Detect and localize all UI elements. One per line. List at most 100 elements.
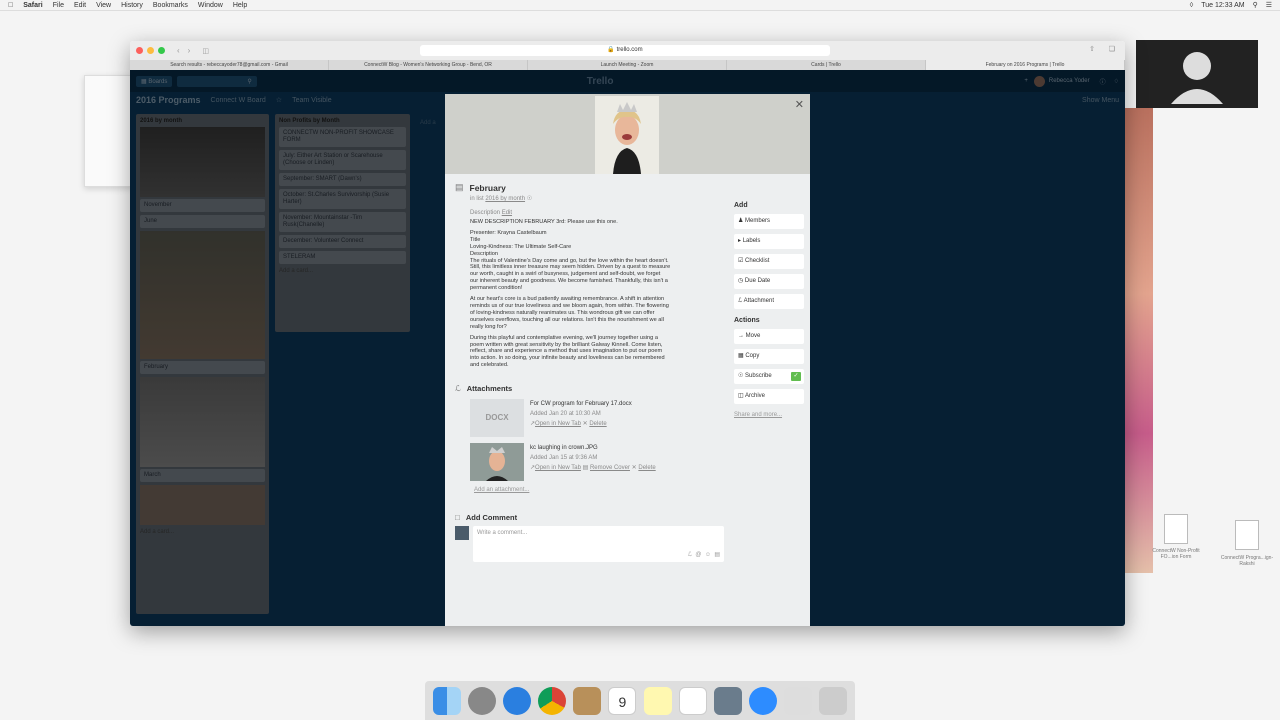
desktop-file-label[interactable]: ConnectW Non-Profit FO...ion Form — [1146, 548, 1206, 560]
safari-window: ‹ › ◫ 🔒 trello.com ⇧ ❏ Search results - … — [130, 41, 1125, 626]
checklist-label: Checklist — [745, 258, 770, 264]
menu-history[interactable]: History — [121, 2, 143, 9]
finder-icon[interactable] — [432, 686, 461, 715]
chrome-icon[interactable] — [538, 686, 567, 715]
subscribe-button[interactable]: ☉ Subscribe ✓ — [734, 369, 804, 384]
title-bar: ‹ › ◫ 🔒 trello.com ⇧ ❏ — [130, 41, 1125, 60]
attachment-name[interactable]: For CW program for February 17.docx — [530, 399, 632, 409]
delete-link[interactable]: Delete — [589, 421, 606, 427]
card-body: ▤ February in list 2016 by month ☉ Descr… — [445, 174, 810, 570]
copy-button[interactable]: ▦ Copy — [734, 349, 804, 364]
menu-edit[interactable]: Edit — [74, 2, 86, 9]
open-in-new-tab-link[interactable]: Open in New Tab — [535, 465, 581, 471]
safari-icon[interactable] — [502, 686, 531, 715]
apple-icon[interactable]:  — [8, 2, 13, 9]
delete-link[interactable]: Delete — [638, 465, 655, 471]
open-in-new-tab-link[interactable]: Open in New Tab — [535, 421, 581, 427]
desktop-file-icon[interactable] — [1164, 514, 1188, 544]
forward-icon[interactable]: › — [188, 46, 191, 55]
address-bar[interactable]: 🔒 trello.com — [420, 45, 830, 56]
tab-trello-cards[interactable]: Cards | Trello — [727, 60, 926, 70]
add-attachment-link[interactable]: Add an attachment... — [474, 487, 800, 493]
description-line: At our heart's core is a bud patiently a… — [470, 296, 665, 303]
attachment-thumbnail-photo[interactable] — [470, 443, 524, 482]
menu-view[interactable]: View — [96, 2, 111, 9]
checkmark-icon: ✓ — [791, 372, 801, 381]
description-line: Still, this limitless inner treasure may… — [470, 264, 671, 271]
description-line: of loving-kindness naturally reanimates … — [470, 309, 655, 316]
spotlight-icon[interactable]: ⚲ — [1253, 1, 1258, 9]
dock: 9 — [425, 681, 855, 720]
archive-utility-icon[interactable] — [573, 686, 602, 715]
reminders-icon[interactable] — [678, 686, 707, 715]
list-icon[interactable]: ☰ — [1266, 1, 1272, 9]
menu-bookmarks[interactable]: Bookmarks — [153, 2, 188, 9]
description-line: Loving-Kindness: The Ultimate Self-Care — [470, 243, 572, 250]
comment-input[interactable]: Write a comment... ℒ @ ☺ ▤ — [473, 526, 724, 563]
add-comment-title: Add Comment — [465, 513, 518, 523]
move-button[interactable]: → Move — [734, 329, 804, 344]
checklist-button[interactable]: ☑ Checklist — [734, 254, 804, 269]
members-button[interactable]: ♟ Members — [734, 214, 804, 229]
wifi-icon[interactable]: ◊ — [1190, 2, 1193, 9]
minimize-window-button[interactable] — [147, 47, 154, 54]
labels-label: Labels — [742, 238, 761, 244]
list-link[interactable]: 2016 by month — [485, 196, 525, 202]
description-edit-link[interactable]: Edit — [502, 210, 512, 216]
tab-zoom[interactable]: Launch Meeting - Zoom — [528, 60, 727, 70]
remove-cover-link[interactable]: Remove Cover — [590, 465, 630, 471]
description-line: Title — [470, 236, 481, 243]
due-date-button[interactable]: ◷ Due Date — [734, 274, 804, 289]
tab-gmail[interactable]: Search results - rebeccayoder78@gmail.co… — [130, 60, 329, 70]
clock[interactable]: Tue 12:33 AM — [1201, 2, 1244, 9]
attachment-name[interactable]: kc laughing in crown.JPG — [530, 443, 656, 453]
menu-window[interactable]: Window — [198, 2, 223, 9]
add-heading: Add — [734, 202, 748, 209]
preview-icon[interactable] — [713, 686, 742, 715]
trash-icon[interactable] — [819, 686, 848, 715]
comment-tool-icons[interactable]: ℒ @ ☺ ▤ — [688, 551, 720, 558]
menu-app-name[interactable]: Safari — [23, 2, 42, 9]
zoom-window-button[interactable] — [158, 47, 165, 54]
tab-trello-february[interactable]: February on 2016 Programs | Trello — [926, 60, 1125, 70]
calendar-icon[interactable]: 9 — [608, 686, 637, 715]
trello-app: ▦ Boards ⚲ Trello + Rebecca Yoder ⓘ ♢ 20… — [130, 70, 1125, 626]
card-title[interactable]: February — [470, 183, 506, 193]
description-line: ourselves overflows, touching all our re… — [470, 316, 664, 323]
description-line: reflect, share and experience a method t… — [470, 348, 663, 355]
launchpad-icon[interactable] — [467, 686, 496, 715]
description-line: NEW DESCRIPTION FEBRUARY 3rd: Please use… — [470, 219, 618, 225]
description-line: and celebrated. — [470, 362, 509, 369]
description-line: into action. In so doing, your infinite … — [470, 355, 665, 362]
person-icon: ♟ — [738, 218, 746, 224]
share-link[interactable]: Share and more... — [734, 412, 804, 418]
menu-help[interactable]: Help — [233, 2, 247, 9]
subscribe-label: Subscribe — [745, 373, 772, 379]
description-line: reminds us of our true loveliness and we… — [470, 302, 669, 309]
desktop-file-icon[interactable] — [1235, 520, 1259, 550]
tab-connectw-blog[interactable]: ConnectW Blog - Women's Networking Group… — [329, 60, 528, 70]
notes-icon[interactable] — [643, 686, 672, 715]
archive-button[interactable]: ◫ Archive — [734, 389, 804, 404]
zoom-icon[interactable] — [748, 686, 777, 715]
attachment-label: Attachment — [743, 298, 775, 304]
attachment-button[interactable]: ℒ Attachment — [734, 294, 804, 309]
sidebar-icon[interactable]: ◫ — [202, 47, 209, 55]
description-label: Description — [470, 210, 501, 216]
checkbox-icon: ☑ — [738, 258, 746, 264]
desktop-file-label[interactable]: ConnectW Progra...ign-Rakshi — [1217, 555, 1277, 567]
share-icon[interactable]: ⇧ — [1089, 45, 1095, 53]
background-window[interactable] — [84, 75, 134, 187]
menu-file[interactable]: File — [53, 2, 64, 9]
avatar — [455, 526, 469, 541]
participant-strip — [1125, 108, 1153, 573]
back-icon[interactable]: ‹ — [177, 46, 180, 55]
attachment-thumbnail[interactable]: DOCX — [470, 399, 524, 438]
labels-button[interactable]: ▸ Labels — [734, 234, 804, 249]
video-tile — [1136, 40, 1258, 108]
downloads-icon[interactable] — [784, 686, 813, 715]
description-text[interactable]: NEW DESCRIPTION FEBRUARY 3rd: Please use… — [470, 219, 722, 369]
close-icon[interactable]: ✕ — [795, 98, 804, 111]
close-window-button[interactable] — [136, 47, 143, 54]
tabs-overview-icon[interactable]: ❏ — [1109, 45, 1115, 53]
